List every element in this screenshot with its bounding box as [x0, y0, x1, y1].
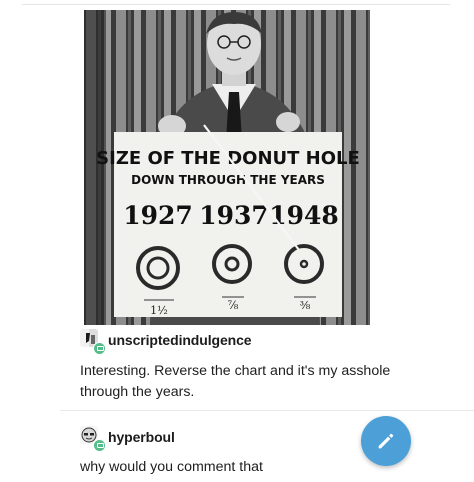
post-author-unscriptedindulgence[interactable]: unscriptedindulgence — [80, 329, 252, 355]
post-divider — [60, 410, 474, 411]
size-1948: ⅜ — [300, 299, 311, 312]
username[interactable]: hyperboul — [108, 429, 175, 445]
sign-subtitle: DOWN THROUGH THE YEARS — [131, 173, 325, 187]
size-1927: 1½ — [150, 304, 168, 317]
size-1937: ⅞ — [228, 299, 239, 312]
sign-title: SIZE OF THE DONUT HOLE — [96, 148, 360, 169]
comment-body: Interesting. Reverse the chart and it's … — [80, 361, 390, 403]
avatar-wrapper[interactable] — [80, 329, 106, 355]
avatar-wrapper[interactable] — [80, 426, 106, 452]
post-photo[interactable]: SIZE OF THE DONUT HOLE DOWN THROUGH THE … — [84, 10, 370, 325]
reblog-icon — [93, 439, 106, 452]
year-1937: 1937 — [199, 201, 269, 230]
username[interactable]: unscriptedindulgence — [108, 332, 252, 348]
comment-line: why would you comment that — [80, 459, 263, 475]
comment-line: Interesting. Reverse the chart and it's … — [80, 363, 391, 379]
donut-hole-photo: SIZE OF THE DONUT HOLE DOWN THROUGH THE … — [84, 10, 370, 325]
post-author-hyperboul[interactable]: hyperboul — [80, 426, 175, 452]
top-divider — [22, 4, 450, 5]
comment-line: through the years. — [80, 384, 195, 400]
comment-body: why would you comment that — [80, 457, 263, 478]
year-1927: 1927 — [123, 201, 193, 230]
compose-button[interactable] — [361, 416, 411, 466]
reblog-icon — [93, 342, 106, 355]
pencil-icon — [378, 433, 394, 449]
